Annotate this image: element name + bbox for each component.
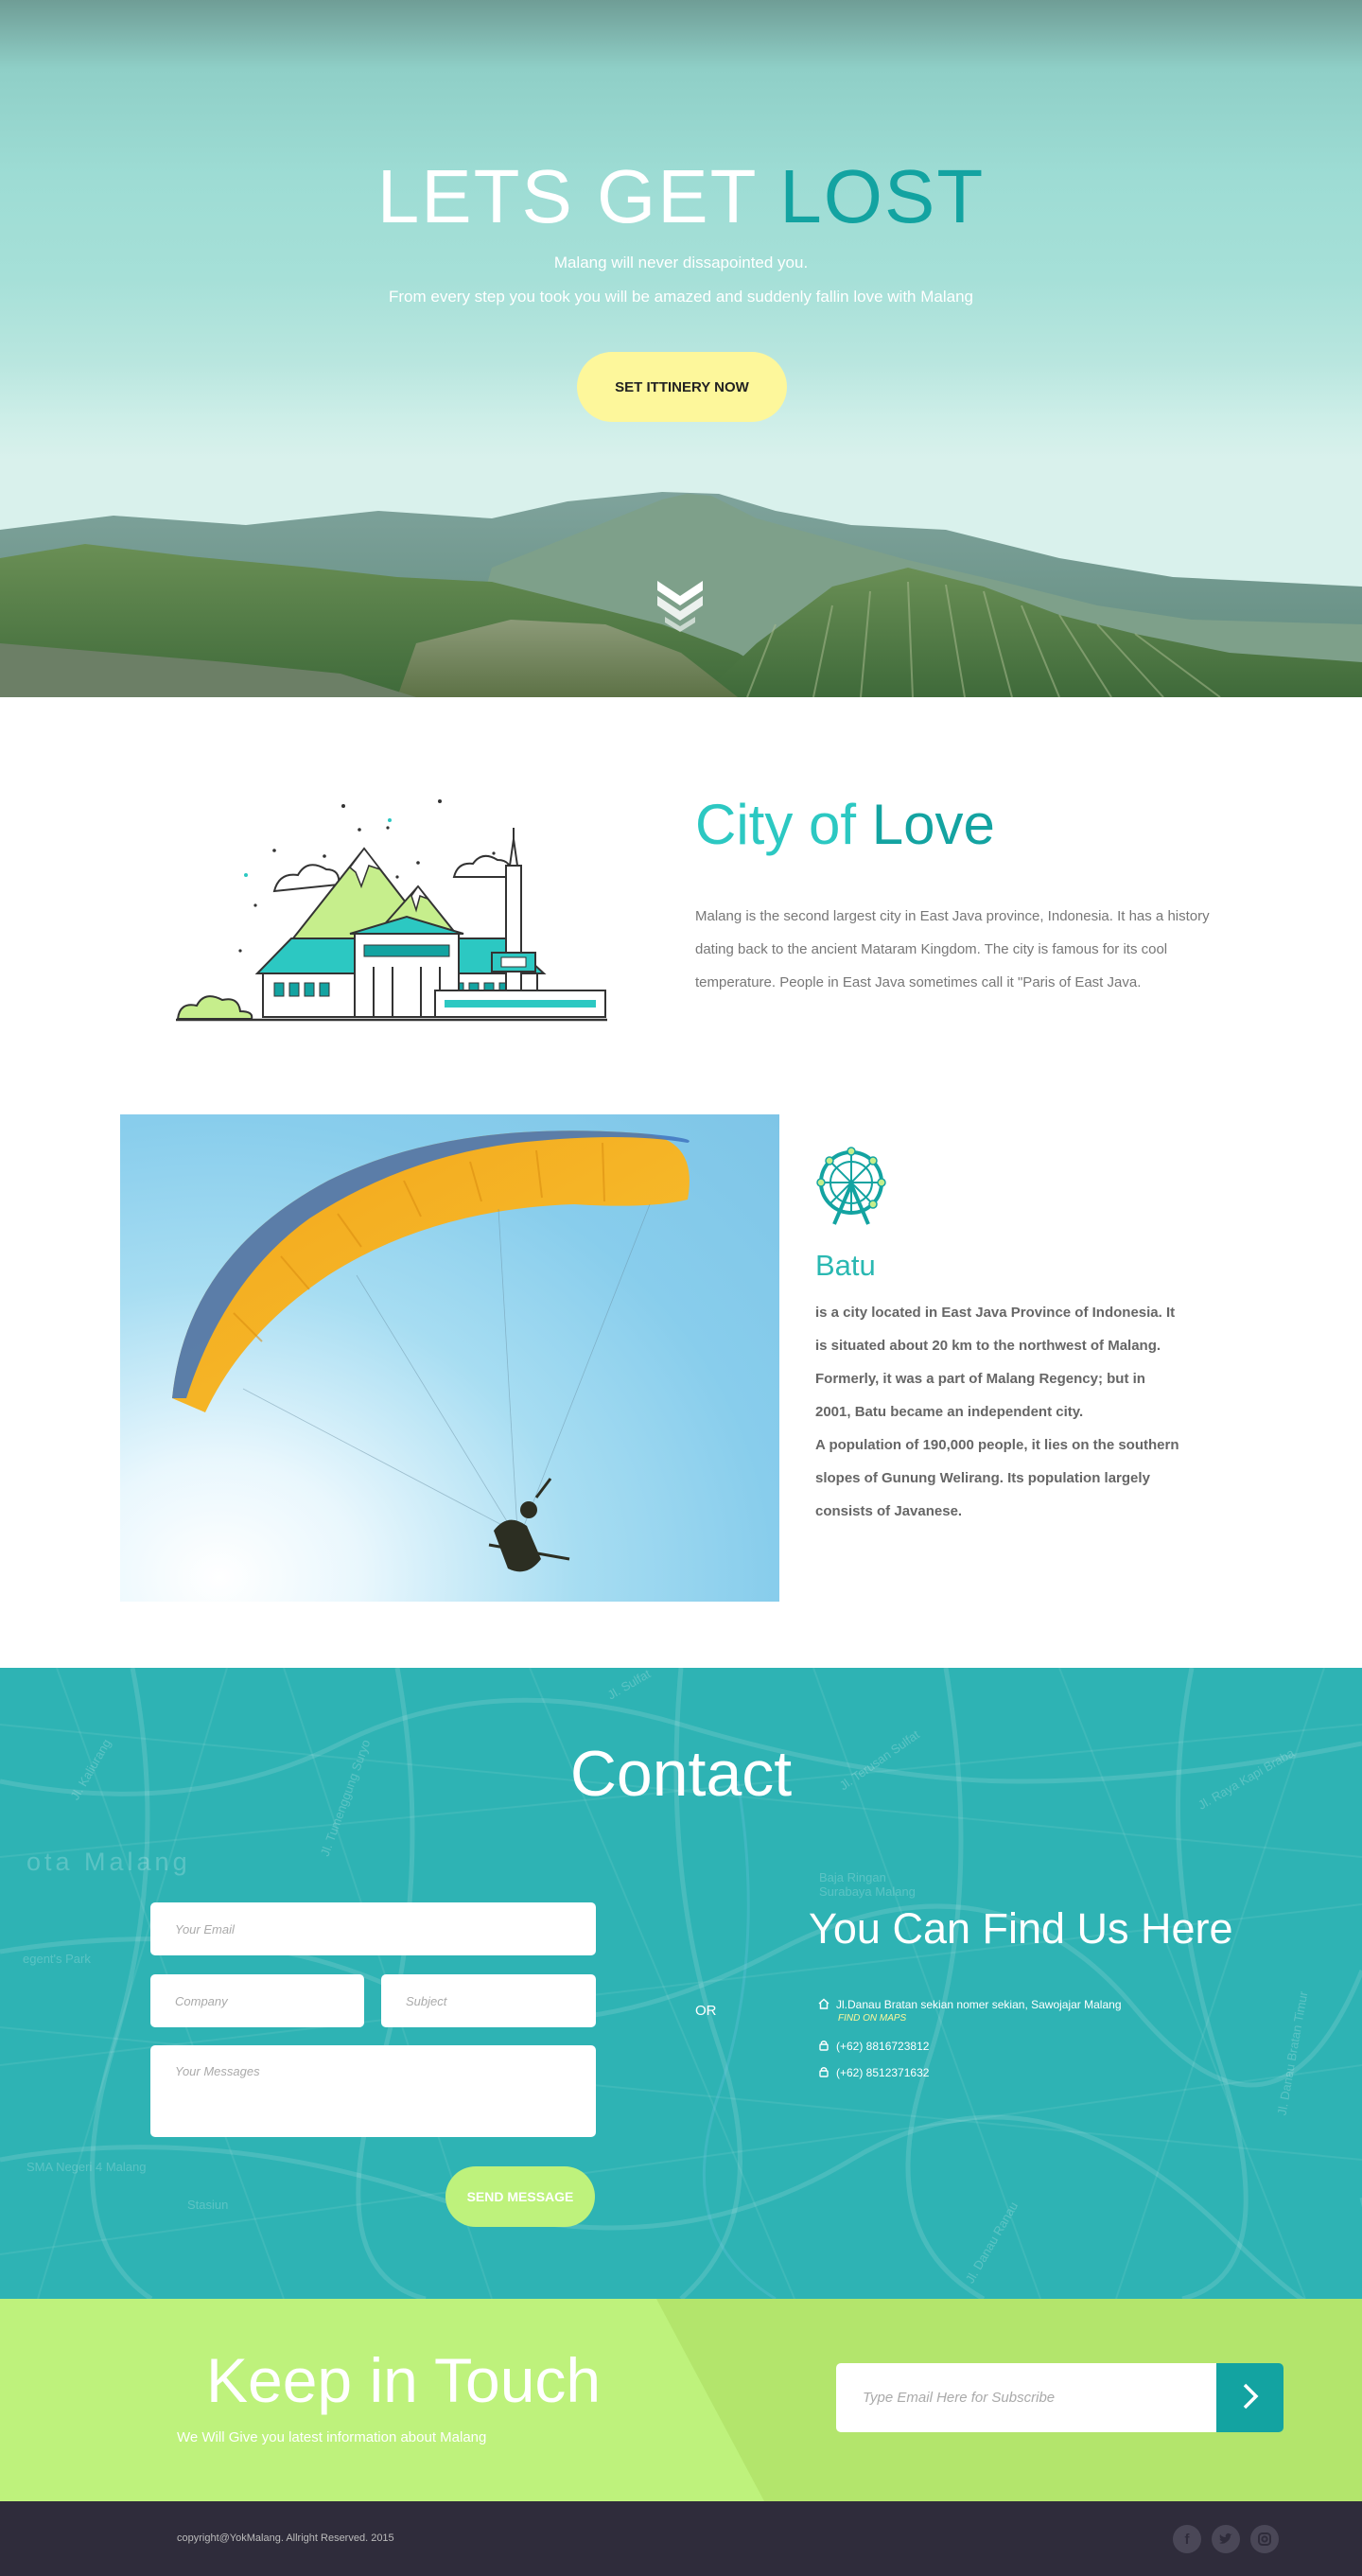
paraglider-graphic — [172, 1130, 690, 1572]
chevron-down-icon[interactable] — [654, 577, 707, 634]
subscribe-button[interactable] — [1216, 2363, 1283, 2432]
hero-title-accent: LOST — [779, 154, 986, 238]
ferris-wheel-icon — [816, 1147, 886, 1225]
twitter-icon[interactable] — [1212, 2525, 1240, 2553]
subject-field[interactable] — [381, 1974, 596, 2027]
address-text: Jl.Danau Bratan sekian nomer sekian, Saw… — [836, 1998, 1122, 2011]
company-field[interactable] — [150, 1974, 364, 2027]
city-description: Malang is the second largest city in Eas… — [695, 908, 1210, 990]
batu-description: is a city located in East Java Province … — [815, 1296, 1184, 1528]
phone-icon — [817, 2066, 830, 2077]
map-label-regent: egent's Park — [23, 1952, 91, 1966]
facebook-icon[interactable]: f — [1173, 2525, 1201, 2553]
phone-row-2: (+62) 8512371632 — [817, 2066, 929, 2079]
map-label-stasiun: Stasiun — [187, 2198, 229, 2212]
city-title-prefix: City of — [695, 793, 872, 856]
city-of-love-section: City of Love Malang is the second larges… — [0, 697, 1362, 1097]
hero-subtitle-2: From every step you took you will be ama… — [389, 288, 973, 306]
batu-title: Batu — [815, 1249, 876, 1282]
set-itinerary-button[interactable]: SET ITTINERY NOW — [577, 352, 787, 422]
instagram-icon[interactable] — [1250, 2525, 1279, 2553]
subscribe-email-input[interactable] — [836, 2363, 1216, 2432]
or-label: OR — [695, 2003, 717, 2019]
phone-icon — [817, 2040, 830, 2051]
find-us-title: You Can Find Us Here — [809, 1904, 1233, 1953]
send-message-button[interactable]: SEND MESSAGE — [445, 2166, 595, 2227]
keep-in-touch-subtitle: We Will Give you latest information abou… — [177, 2429, 487, 2445]
city-title: City of Love — [695, 792, 995, 857]
city-title-accent: Love — [871, 793, 995, 856]
phone-2-text: (+62) 8512371632 — [836, 2066, 930, 2079]
copyright-text: copyright@YokMalang. Allright Reserved. … — [177, 2532, 394, 2544]
find-on-maps-link[interactable]: FIND ON MAPS — [838, 2013, 906, 2024]
batu-paragraph-1: is a city located in East Java Province … — [815, 1305, 1176, 1420]
contact-title: Contact — [569, 1738, 793, 1810]
batu-section: Batu is a city located in East Java Prov… — [0, 1097, 1362, 1668]
paraglider-photo — [120, 1114, 779, 1602]
keep-in-touch-title: Keep in Touch — [206, 2345, 602, 2415]
map-label-sma: SMA Negeri 4 Malang — [26, 2160, 147, 2174]
malang-city-illustration — [176, 799, 607, 1022]
map-label-baja: Baja Ringan Surabaya Malang — [819, 1870, 916, 1899]
map-label-kota: ota Malang — [26, 1848, 191, 1876]
hero-title: LETS GET LOST — [0, 159, 1362, 235]
keep-in-touch-section: Keep in Touch We Will Give you latest in… — [0, 2299, 1362, 2501]
address-row: Jl.Danau Bratan sekian nomer sekian, Saw… — [817, 1998, 1122, 2011]
batu-paragraph-2: A population of 190,000 people, it lies … — [815, 1437, 1179, 1519]
contact-section: ota Malang egent's Park SMA Negeri 4 Mal… — [0, 1668, 1362, 2299]
home-icon — [817, 1998, 830, 2009]
email-field[interactable] — [150, 1902, 596, 1955]
message-field[interactable] — [150, 2045, 596, 2137]
phone-row-1: (+62) 8816723812 — [817, 2040, 929, 2053]
arrow-right-icon — [1243, 2383, 1258, 2410]
phone-1-text: (+62) 8816723812 — [836, 2040, 930, 2053]
footer: copyright@YokMalang. Allright Reserved. … — [0, 2501, 1362, 2576]
hero-subtitle-1: Malang will never dissapointed you. — [553, 254, 809, 272]
hero-section: LETS GET LOST Malang will never dissapoi… — [0, 0, 1362, 697]
hero-title-main: LETS GET — [376, 154, 780, 238]
